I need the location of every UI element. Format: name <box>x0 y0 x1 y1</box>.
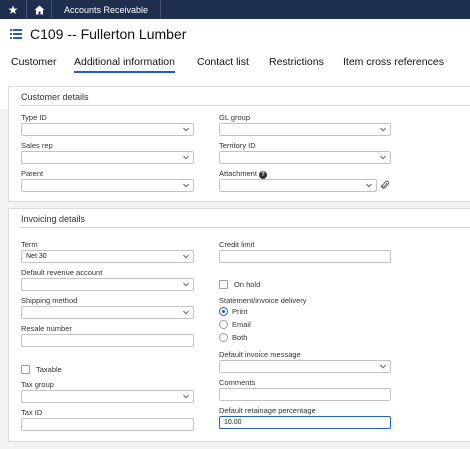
default-invoice-message-label: Default invoice message <box>219 350 301 359</box>
default-retainage-percentage-label: Default retainage percentage <box>219 406 316 415</box>
sales-rep-select[interactable] <box>21 151 194 164</box>
chevron-down-icon <box>380 364 386 369</box>
statement-delivery-label: Statement/invoice delivery <box>219 296 307 305</box>
chevron-down-icon <box>183 254 189 259</box>
tab-item-cross-references[interactable]: Item cross references <box>343 56 444 71</box>
help-icon[interactable]: ? <box>258 171 267 179</box>
taxable-label: Taxable <box>36 365 62 374</box>
module-breadcrumb[interactable]: Accounts Receivable <box>52 5 148 15</box>
resale-number-label: Resale number <box>21 324 72 333</box>
term-label: Term <box>21 240 38 249</box>
section-title: Invoicing details <box>21 214 86 224</box>
section-divider <box>19 227 470 228</box>
default-revenue-account-select[interactable] <box>21 278 194 291</box>
on-hold-checkbox[interactable] <box>219 280 228 289</box>
chevron-down-icon <box>183 127 189 132</box>
tax-id-label: Tax ID <box>21 408 43 417</box>
parent-select[interactable] <box>21 179 194 192</box>
attachment-label: Attachment <box>219 169 257 178</box>
type-id-select[interactable] <box>21 123 194 136</box>
tax-id-input[interactable] <box>21 418 194 431</box>
credit-limit-input[interactable] <box>219 250 391 263</box>
gl-group-label: GL group <box>219 113 250 122</box>
chevron-down-icon <box>183 310 189 315</box>
chevron-down-icon <box>366 183 372 188</box>
chevron-down-icon <box>380 127 386 132</box>
radio-email-label: Email <box>232 320 251 329</box>
tab-customer[interactable]: Customer <box>11 56 57 71</box>
on-hold-label: On hold <box>234 280 261 289</box>
shipping-method-label: Shipping method <box>21 296 78 305</box>
territory-id-label: Territory ID <box>219 141 256 150</box>
radio-print[interactable] <box>219 307 228 316</box>
tab-restrictions[interactable]: Restrictions <box>269 56 324 71</box>
territory-id-select[interactable] <box>219 151 391 164</box>
shipping-method-select[interactable] <box>21 306 194 319</box>
tab-bar: Customer Additional information Contact … <box>0 56 470 73</box>
sales-rep-label: Sales rep <box>21 141 53 150</box>
invoicing-details-panel: Invoicing details Term Net 30 Default re… <box>8 208 470 442</box>
default-invoice-message-select[interactable] <box>219 360 391 373</box>
chevron-down-icon <box>183 183 189 188</box>
section-title: Customer details <box>21 92 89 102</box>
chevron-down-icon <box>183 394 189 399</box>
customer-details-panel: Customer details Type ID GL group Sales … <box>8 86 470 202</box>
tab-additional-information[interactable]: Additional information <box>74 56 175 73</box>
tax-group-select[interactable] <box>21 390 194 403</box>
section-divider <box>19 105 470 106</box>
chevron-down-icon <box>380 155 386 160</box>
parent-label: Parent <box>21 169 44 178</box>
radio-both[interactable] <box>219 333 228 342</box>
type-id-label: Type ID <box>21 113 47 122</box>
taxable-checkbox[interactable] <box>21 365 30 374</box>
comments-label: Comments <box>219 378 256 387</box>
attachment-label-row: Attachment? <box>219 169 267 179</box>
topbar-divider <box>160 0 161 19</box>
radio-print-label: Print <box>232 307 248 316</box>
star-icon[interactable]: ★ <box>0 0 26 19</box>
chevron-down-icon <box>183 282 189 287</box>
radio-both-label: Both <box>232 333 248 342</box>
term-select[interactable]: Net 30 <box>21 250 194 263</box>
radio-email[interactable] <box>219 320 228 329</box>
gl-group-select[interactable] <box>219 123 391 136</box>
top-navigation-bar: ★ Accounts Receivable <box>0 0 470 19</box>
credit-limit-label: Credit limit <box>219 240 255 249</box>
default-revenue-account-label: Default revenue account <box>21 268 103 277</box>
chevron-down-icon <box>183 155 189 160</box>
comments-input[interactable] <box>219 388 391 401</box>
attachment-select[interactable] <box>219 179 377 192</box>
page-title: C109 -- Fullerton Lumber <box>30 26 187 42</box>
list-icon[interactable] <box>10 29 22 39</box>
tab-contact-list[interactable]: Contact list <box>197 56 249 71</box>
home-icon[interactable] <box>26 0 52 19</box>
resale-number-input[interactable] <box>21 334 194 347</box>
default-retainage-percentage-input[interactable]: 10.00 <box>219 416 391 429</box>
paperclip-icon[interactable] <box>381 180 389 190</box>
tax-group-label: Tax group <box>21 380 54 389</box>
